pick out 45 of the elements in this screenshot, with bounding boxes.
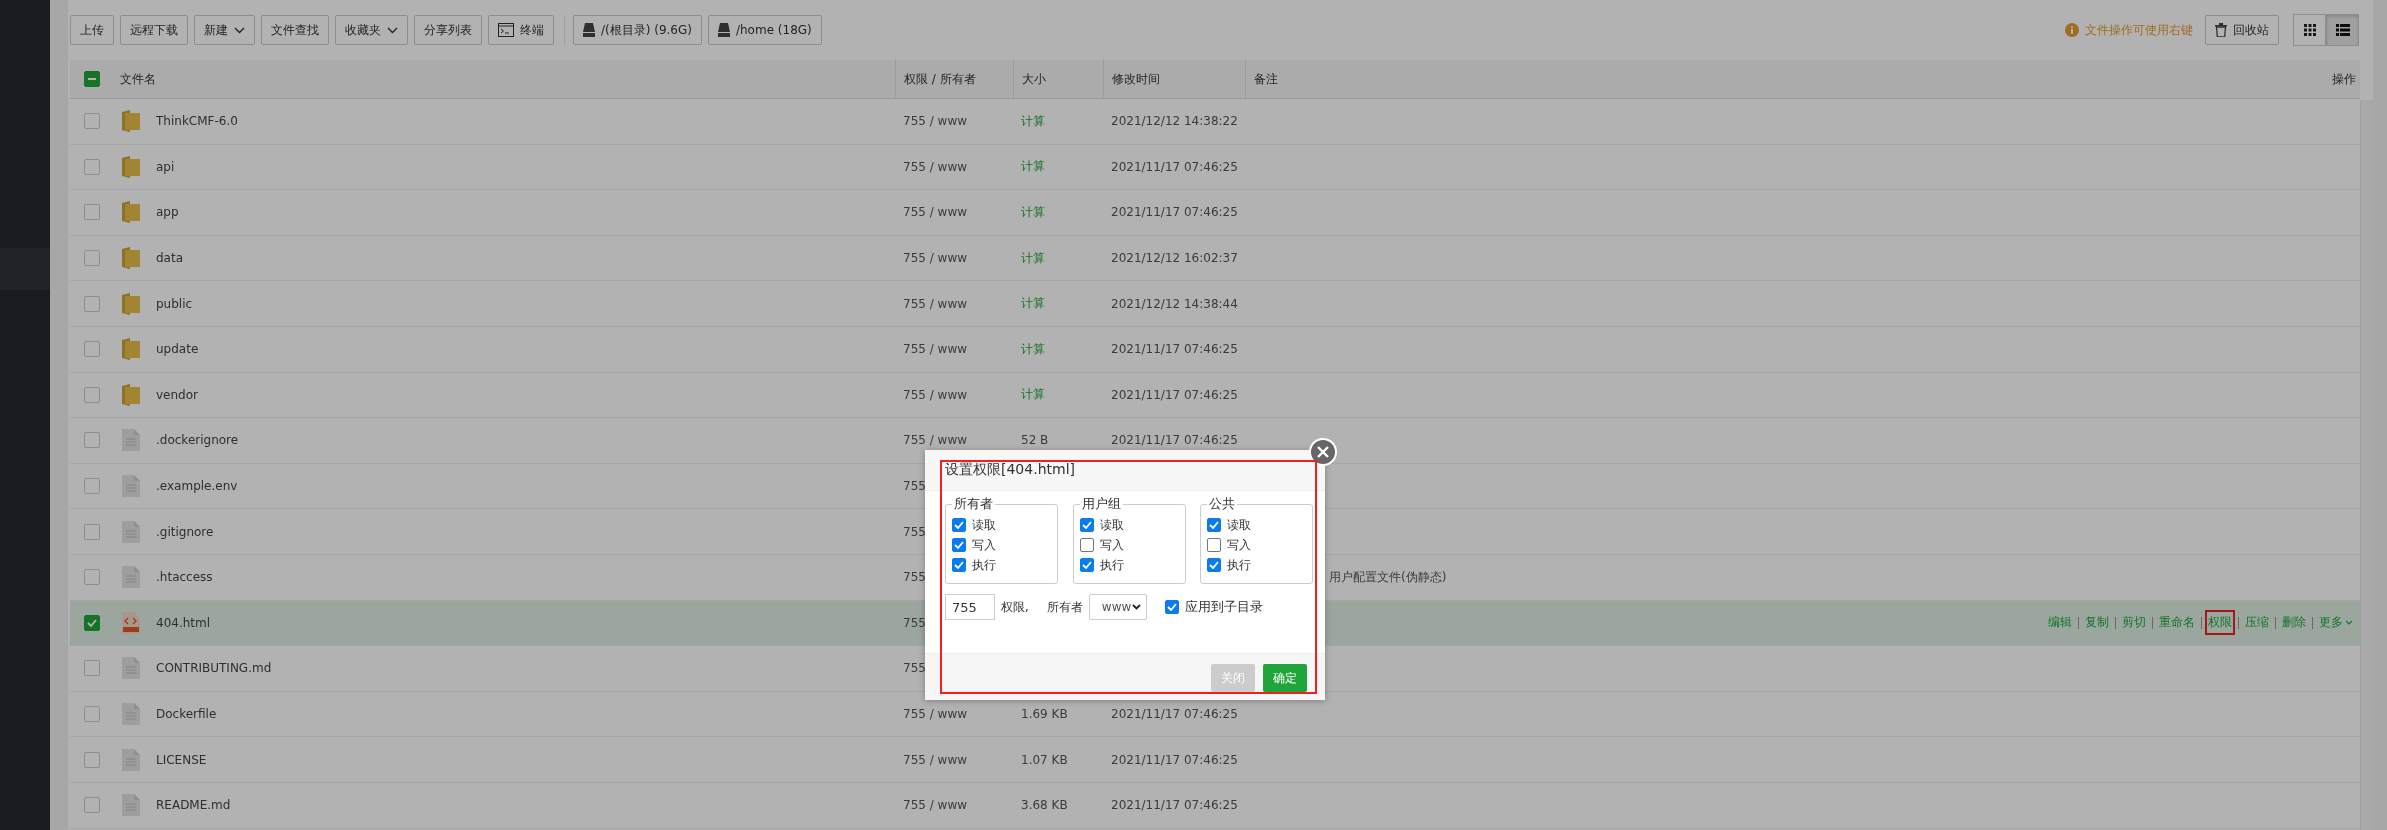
- column-header: 备注: [1254, 70, 1278, 88]
- modified-time: 2021/12/12 16:02:37: [1111, 251, 1238, 266]
- permission-text: 755: [903, 479, 926, 494]
- column-header: 操作: [2332, 70, 2356, 88]
- column-header: 大小: [1022, 70, 1046, 88]
- permission-text: 755 / www: [903, 342, 968, 357]
- permission-text: 755: [903, 661, 926, 676]
- modified-time: 2021/11/17 07:46:25: [1111, 798, 1238, 813]
- permission-text: 755 / www: [903, 707, 968, 721]
- group-title: 用户组: [1080, 495, 1122, 513]
- permission-text: 755 / www: [903, 251, 968, 266]
- file-size: 3.68 KB: [1021, 798, 1068, 813]
- permission-text: 755 / www: [903, 159, 968, 174]
- modified-time: 2021/11/17 07:46:25: [1111, 159, 1238, 174]
- group-title: 所有者: [953, 495, 994, 513]
- permission-text: 755: [903, 524, 926, 539]
- file-size: 52 B: [1021, 433, 1049, 448]
- dialog-title: 设置权限[404.html]: [925, 450, 1325, 491]
- modified-time: 2021/11/17 07:46:25: [1111, 707, 1238, 721]
- column-header: 修改时间: [1112, 70, 1160, 88]
- permission-text: 755 / www: [903, 433, 968, 448]
- modified-time: 2021/11/17 07:46:25: [1111, 205, 1238, 220]
- modified-time: 2021/12/12 14:38:22: [1111, 114, 1238, 129]
- permission-text: 755 / www: [903, 798, 968, 813]
- permission-text: 755 / www: [903, 387, 968, 402]
- permission-text: 755 / www: [903, 296, 968, 311]
- owner-label: 所有者: [1046, 598, 1083, 616]
- column-header: 权限 / 所有者: [904, 70, 976, 88]
- remark-text: 用户配置文件(伪静态): [1329, 568, 1447, 586]
- modified-time: 2021/11/17 07:46:25: [1111, 342, 1238, 357]
- file-size: 1.07 KB: [1021, 752, 1068, 767]
- modified-time: 2021/11/17 07:46:25: [1111, 433, 1238, 448]
- permission-text: 755 / www: [903, 114, 968, 129]
- permission-text: 755 / www: [903, 205, 968, 220]
- permission-text: 755 / www: [903, 752, 968, 767]
- permission-text: 755: [903, 615, 926, 630]
- group-title: 公共: [1208, 495, 1236, 513]
- permission-label: 权限,: [1001, 598, 1029, 616]
- file-size: 1.69 KB: [1021, 707, 1068, 721]
- hint-text: 文件操作可使用右键: [2085, 21, 2193, 39]
- modified-time: 2021/12/12 14:38:44: [1111, 296, 1238, 311]
- permission-text: 755: [903, 570, 926, 585]
- modified-time: 2021/11/17 07:46:25: [1111, 752, 1238, 767]
- modified-time: 2021/11/17 07:46:25: [1111, 387, 1238, 402]
- column-header: 文件名: [120, 70, 156, 88]
